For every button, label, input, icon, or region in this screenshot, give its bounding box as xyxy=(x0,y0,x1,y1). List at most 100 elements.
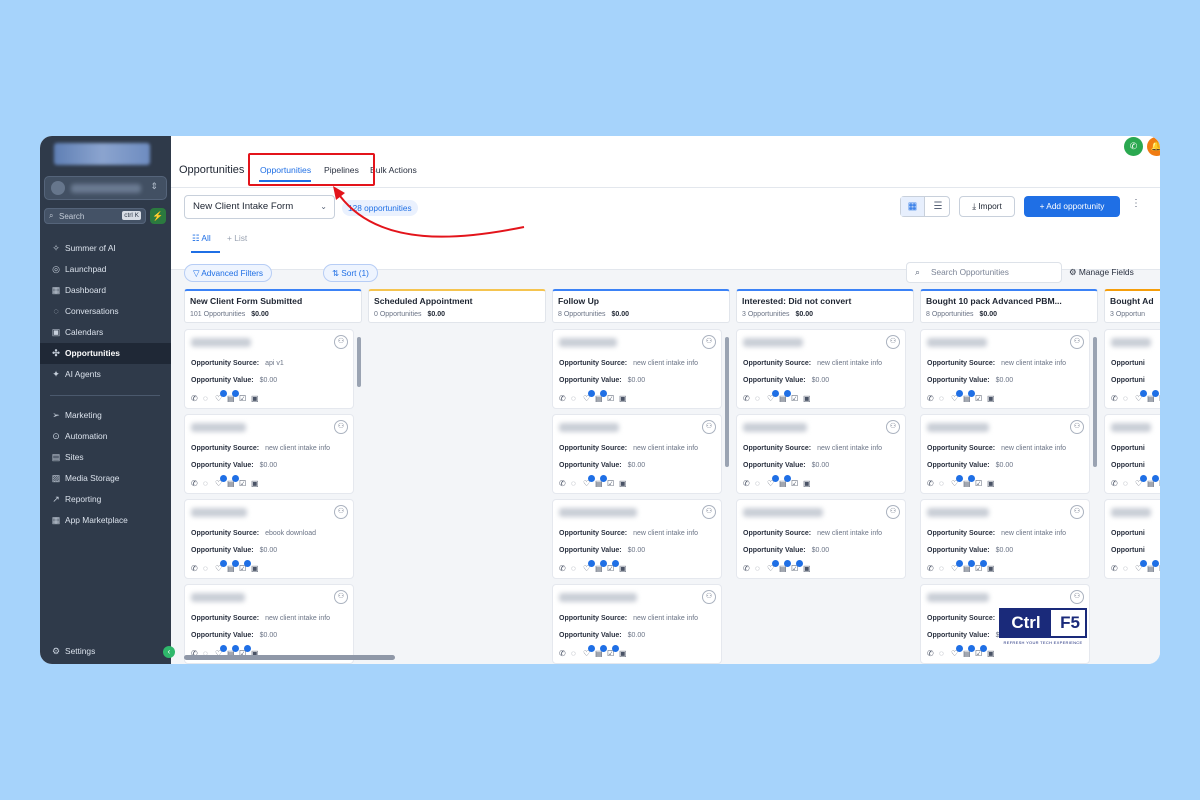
note-icon[interactable]: ▤ xyxy=(595,475,607,488)
phone-icon[interactable]: ✆ xyxy=(743,394,755,403)
opportunity-card[interactable]: ⚇ Opportunity Source:new client intake in… xyxy=(736,499,906,579)
sidebar-item-conversations[interactable]: ◌ Conversations xyxy=(40,301,171,322)
task-icon[interactable]: ☑ xyxy=(1159,394,1160,403)
column-header[interactable]: Scheduled Appointment 0 Opportunities $0.0… xyxy=(368,289,546,323)
chat-icon[interactable]: ◌ xyxy=(571,649,583,658)
opportunity-card[interactable]: ⚇ Opportunity Source:new client intake in… xyxy=(552,329,722,409)
phone-icon[interactable]: ✆ xyxy=(559,649,571,658)
tag-icon[interactable]: ♡ xyxy=(583,560,595,573)
column-scrollbar[interactable] xyxy=(357,337,361,387)
chat-icon[interactable]: ◌ xyxy=(939,394,951,403)
chat-icon[interactable]: ◌ xyxy=(755,394,767,403)
note-icon[interactable]: ▤ xyxy=(227,475,239,488)
assign-user-icon[interactable]: ⚇ xyxy=(702,505,716,519)
opportunity-card[interactable]: ⚇ Opportunity Source:new client intake in… xyxy=(920,329,1090,409)
tag-icon[interactable]: ♡ xyxy=(583,390,595,403)
board-horizontal-scrollbar[interactable] xyxy=(184,655,395,660)
chat-icon[interactable]: ◌ xyxy=(1123,479,1135,488)
chat-icon[interactable]: ◌ xyxy=(939,479,951,488)
task-icon[interactable]: ☑ xyxy=(607,479,619,488)
chat-icon[interactable]: ◌ xyxy=(939,649,951,658)
opportunity-card[interactable]: ⚇ Opportunity Source: ebook download Opport… xyxy=(184,499,354,579)
chat-icon[interactable]: ◌ xyxy=(571,479,583,488)
task-icon[interactable]: ☑ xyxy=(239,479,251,488)
calendar-icon[interactable]: ▣ xyxy=(619,649,631,658)
task-icon[interactable]: ☑ xyxy=(607,394,619,403)
assign-user-icon[interactable]: ⚇ xyxy=(1070,420,1084,434)
phone-icon[interactable]: ✆ xyxy=(191,564,203,573)
advanced-filters-button[interactable]: ▽ Advanced Filters xyxy=(184,264,273,282)
subtab-all[interactable]: ☷ All xyxy=(192,233,211,243)
note-icon[interactable]: ▤ xyxy=(595,645,607,658)
sidebar-item-summer-of-ai[interactable]: ✧ Summer of AI xyxy=(40,238,171,259)
note-icon[interactable]: ▤ xyxy=(963,560,975,573)
pipeline-select[interactable]: New Client Intake Form ⌄ xyxy=(184,195,335,219)
assign-user-icon[interactable]: ⚇ xyxy=(886,505,900,519)
note-icon[interactable]: ▤ xyxy=(227,390,239,403)
opportunity-card[interactable]: ⚇ Opportunity Source:new client intake in… xyxy=(736,329,906,409)
tag-icon[interactable]: ♡ xyxy=(1135,560,1147,573)
sidebar-item-marketing[interactable]: ➢ Marketing xyxy=(40,405,171,426)
phone-icon[interactable]: ✆ xyxy=(1111,479,1123,488)
assign-user-icon[interactable]: ⚇ xyxy=(886,420,900,434)
assign-user-icon[interactable]: ⚇ xyxy=(1070,335,1084,349)
note-icon[interactable]: ▤ xyxy=(963,645,975,658)
tag-icon[interactable]: ♡ xyxy=(951,390,963,403)
opportunity-card[interactable]: ⚇ Opportunity Source:new client intake in… xyxy=(920,499,1090,579)
task-icon[interactable]: ☑ xyxy=(607,560,619,573)
calendar-icon[interactable]: ▣ xyxy=(803,564,815,573)
note-icon[interactable]: ▤ xyxy=(779,390,791,403)
opportunity-card[interactable]: ⚇ Opportunity Source:new client intake in… xyxy=(920,414,1090,494)
sidebar-item-settings[interactable]: ⚙ Settings xyxy=(40,641,171,662)
task-icon[interactable]: ☑ xyxy=(1159,479,1160,488)
assign-user-icon[interactable]: ⚇ xyxy=(1070,505,1084,519)
calendar-icon[interactable]: ▣ xyxy=(619,564,631,573)
column-header[interactable]: Bought Ad 3 Opportun xyxy=(1104,289,1160,323)
tab-bulk-actions[interactable]: Bulk Actions xyxy=(370,165,417,175)
chat-icon[interactable]: ◌ xyxy=(755,564,767,573)
chat-icon[interactable]: ◌ xyxy=(571,394,583,403)
phone-icon[interactable]: ✆ xyxy=(559,394,571,403)
phone-icon[interactable]: ✆ xyxy=(927,479,939,488)
chat-icon[interactable]: ◌ xyxy=(939,564,951,573)
tag-icon[interactable]: ♡ xyxy=(583,645,595,658)
tag-icon[interactable]: ♡ xyxy=(767,560,779,573)
calendar-icon[interactable]: ▣ xyxy=(987,649,999,658)
note-icon[interactable]: ▤ xyxy=(1147,475,1159,488)
task-icon[interactable]: ☑ xyxy=(239,394,251,403)
phone-icon[interactable]: ✆ xyxy=(559,564,571,573)
calendar-icon[interactable]: ▣ xyxy=(619,479,631,488)
note-icon[interactable]: ▤ xyxy=(595,390,607,403)
assign-user-icon[interactable]: ⚇ xyxy=(702,420,716,434)
assign-user-icon[interactable]: ⚇ xyxy=(334,505,348,519)
column-header[interactable]: New Client Form Submitted 101 Opportuniti… xyxy=(184,289,362,323)
phone-icon[interactable]: ✆ xyxy=(1111,564,1123,573)
note-icon[interactable]: ▤ xyxy=(779,560,791,573)
assign-user-icon[interactable]: ⚇ xyxy=(1070,590,1084,604)
opportunity-card[interactable]: ⚇ Opportunity Source:new client intake in… xyxy=(736,414,906,494)
sort-button[interactable]: ⇅ Sort (1) xyxy=(323,264,378,282)
tag-icon[interactable]: ♡ xyxy=(1135,390,1147,403)
tag-icon[interactable]: ♡ xyxy=(951,560,963,573)
tag-icon[interactable]: ♡ xyxy=(583,475,595,488)
search-opportunities-input[interactable]: ⌕ Search Opportunities xyxy=(906,262,1062,283)
phone-icon[interactable]: ✆ xyxy=(927,394,939,403)
column-header[interactable]: Interested: Did not convert 3 Opportuniti… xyxy=(736,289,914,323)
opportunity-card[interactable]: ⚇ Opportunity Source:new client intake in… xyxy=(552,499,722,579)
note-icon[interactable]: ▤ xyxy=(227,560,239,573)
sidebar-item-calendars[interactable]: ▣ Calendars xyxy=(40,322,171,343)
note-icon[interactable]: ▤ xyxy=(963,475,975,488)
opportunity-card[interactable]: ⚇ Opportunity Source:new client intake in… xyxy=(552,584,722,664)
opportunity-card[interactable]: ⚇OpportuniOpportuni✆◌♡▤☑▣ xyxy=(1104,329,1160,409)
sidebar-item-launchpad[interactable]: ◎ Launchpad xyxy=(40,259,171,280)
task-icon[interactable]: ☑ xyxy=(975,479,987,488)
sidebar-item-automation[interactable]: ⊙ Automation xyxy=(40,426,171,447)
assign-user-icon[interactable]: ⚇ xyxy=(886,335,900,349)
task-icon[interactable]: ☑ xyxy=(1159,564,1160,573)
column-scrollbar[interactable] xyxy=(725,337,729,467)
assign-user-icon[interactable]: ⚇ xyxy=(334,335,348,349)
quick-action-bolt-icon[interactable]: ⚡ xyxy=(150,208,166,224)
task-icon[interactable]: ☑ xyxy=(791,394,803,403)
task-icon[interactable]: ☑ xyxy=(975,394,987,403)
sidebar-item-app-marketplace[interactable]: ▦ App Marketplace xyxy=(40,510,171,531)
